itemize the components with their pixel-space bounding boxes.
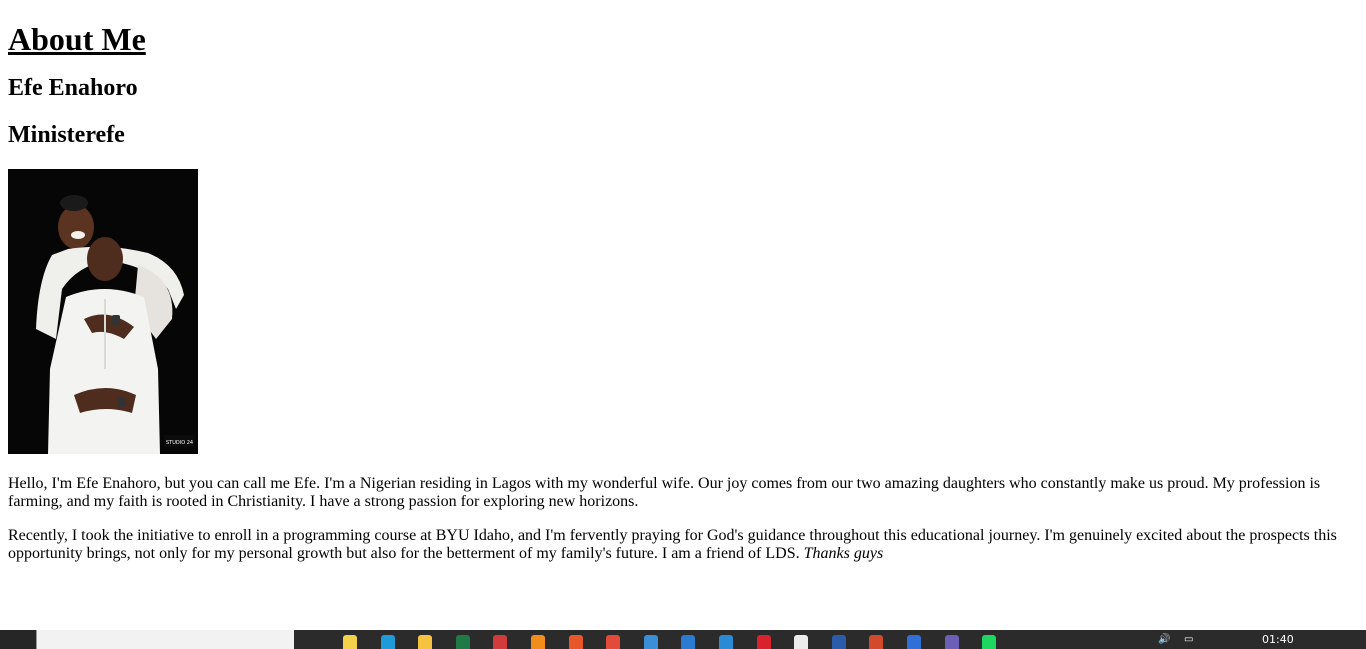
app3-icon[interactable] (945, 635, 959, 649)
audio-recorder-icon[interactable] (493, 635, 507, 649)
store-icon[interactable] (681, 635, 695, 649)
edge-icon[interactable] (381, 635, 395, 649)
page-heading: About Me (8, 21, 146, 57)
app2-icon[interactable] (794, 635, 808, 649)
person-name: Efe Enahoro (8, 75, 138, 101)
spotify-icon[interactable] (982, 635, 996, 649)
about-page: About Me Efe Enahoro Ministerefe STUDIO … (8, 0, 1358, 563)
study-paragraph-text: Recently, I took the initiative to enrol… (8, 527, 1337, 562)
study-paragraph: Recently, I took the initiative to enrol… (8, 527, 1353, 563)
opera-icon[interactable] (757, 635, 771, 649)
photo-illustration: STUDIO 24 (8, 169, 198, 454)
media-app-icon[interactable] (569, 635, 583, 649)
person-handle: Ministerefe (8, 122, 125, 148)
powerpoint-icon[interactable] (869, 635, 883, 649)
battery-icon[interactable]: ▭ (1184, 634, 1193, 646)
photo-watermark: STUDIO 24 (166, 440, 193, 446)
profile-photo: STUDIO 24 (8, 169, 198, 454)
file-explorer-icon[interactable] (418, 635, 432, 649)
chrome-icon[interactable] (606, 635, 620, 649)
app-icon[interactable] (644, 635, 658, 649)
word-icon[interactable] (832, 635, 846, 649)
vlc-icon[interactable] (531, 635, 545, 649)
maps-icon[interactable] (907, 635, 921, 649)
volume-icon[interactable]: 🔊 (1158, 634, 1170, 646)
taskbar-search-box[interactable] (36, 630, 294, 649)
excel-icon[interactable] (456, 635, 470, 649)
windows-taskbar: 🔊 ▭ 01:40 (0, 630, 1366, 649)
vscode-icon[interactable] (719, 635, 733, 649)
notepad-icon[interactable] (343, 635, 357, 649)
thanks-text: Thanks guys (803, 545, 884, 562)
taskbar-clock[interactable]: 01:40 (1262, 633, 1294, 646)
start-button[interactable] (0, 630, 36, 649)
intro-paragraph: Hello, I'm Efe Enahoro, but you can call… (8, 475, 1321, 510)
